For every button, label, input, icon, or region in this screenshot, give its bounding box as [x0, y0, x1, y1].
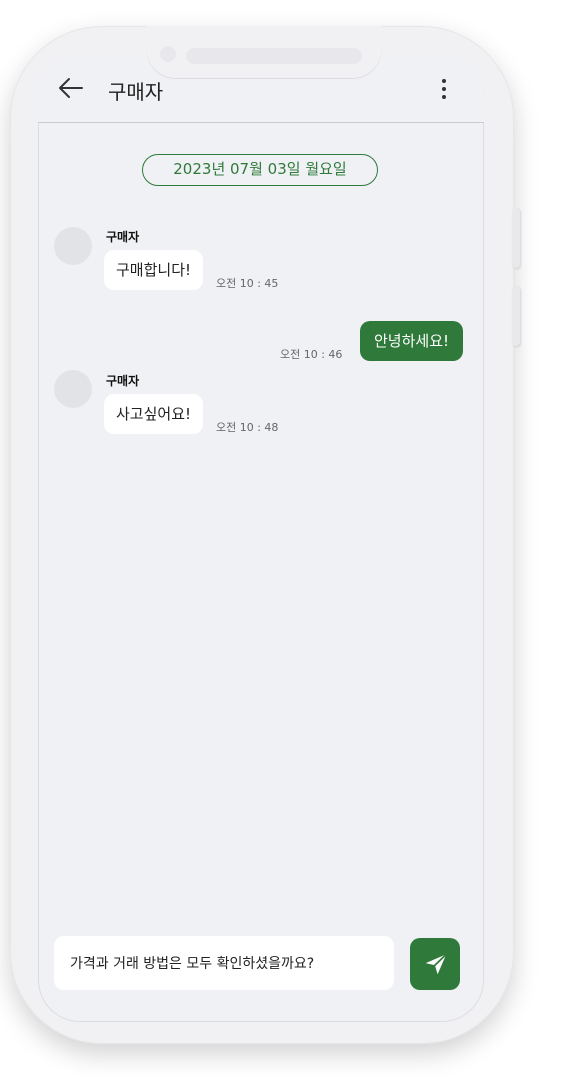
- chat-screen: 구매자 2023년 07월 03일 월요일 구매자 구매합니다! 오전 10 :…: [38, 54, 484, 1022]
- speaker-grille: [186, 48, 362, 64]
- message-bubble-incoming: 사고싶어요!: [104, 394, 204, 434]
- send-button[interactable]: [410, 938, 460, 990]
- page-title: 구매자: [108, 80, 164, 104]
- paper-plane-icon: [425, 953, 448, 975]
- message-time: 오전 10 : 48: [216, 421, 279, 434]
- message-time: 오전 10 : 45: [216, 277, 279, 290]
- avatar[interactable]: [54, 370, 92, 408]
- side-button-top: [512, 208, 520, 268]
- date-separator: 2023년 07월 03일 월요일: [142, 154, 378, 186]
- sender-name: 구매자: [106, 374, 140, 388]
- message-bubble-outgoing: 안녕하세요!: [360, 321, 464, 361]
- sender-name: 구매자: [106, 230, 140, 244]
- avatar[interactable]: [54, 227, 92, 265]
- more-vertical-icon: [442, 79, 446, 99]
- message-time: 오전 10 : 46: [280, 348, 343, 361]
- side-button-bottom: [512, 286, 520, 346]
- arrow-left-icon: [59, 78, 83, 98]
- message-input[interactable]: [54, 936, 394, 990]
- phone-notch: [146, 26, 382, 78]
- camera-icon: [160, 46, 176, 62]
- more-options-button[interactable]: [436, 76, 452, 102]
- message-bubble-incoming: 구매합니다!: [104, 250, 204, 290]
- back-button[interactable]: [56, 74, 86, 102]
